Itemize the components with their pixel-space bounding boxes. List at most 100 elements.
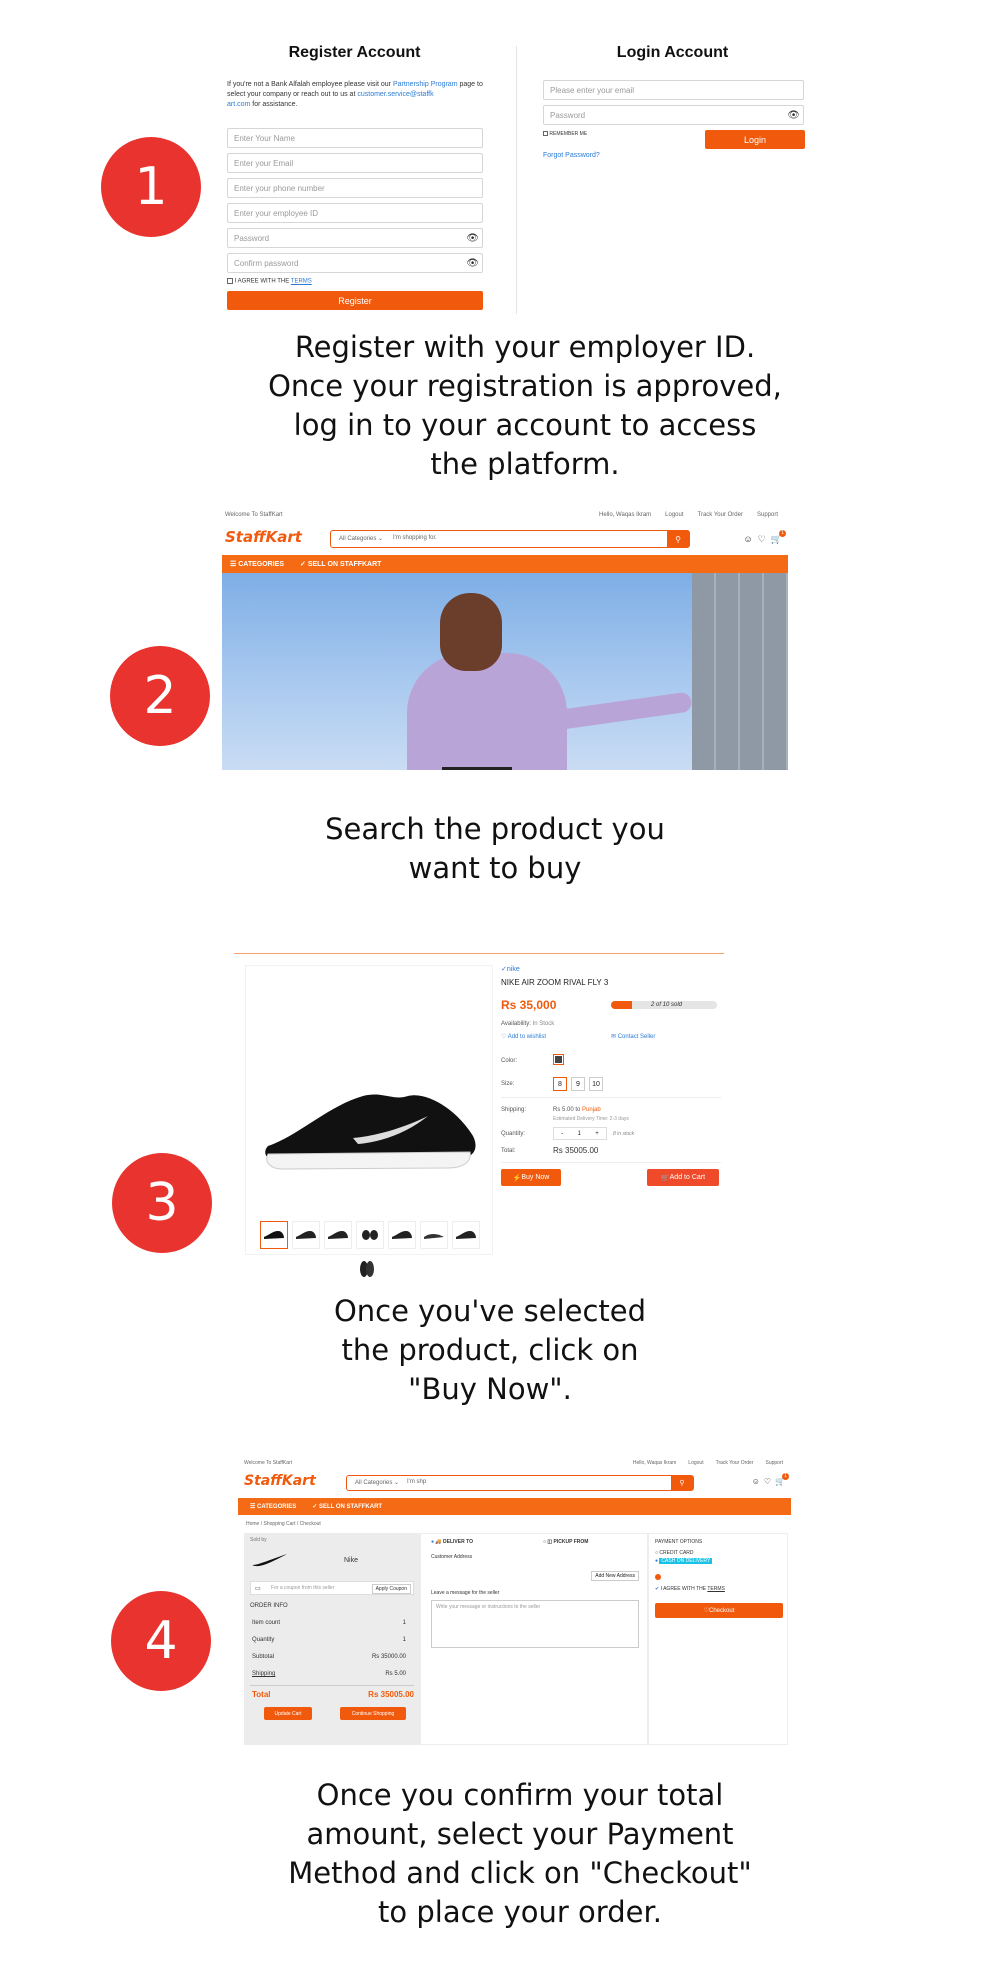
user-icon[interactable]: ☺ — [744, 534, 753, 545]
sell-link[interactable]: ✓ SELL ON STAFFKART — [300, 560, 381, 568]
heart-icon[interactable]: ♡ — [758, 534, 766, 545]
thumbnail[interactable] — [356, 1221, 384, 1249]
track-order-link[interactable]: Track Your Order — [698, 512, 743, 518]
add-to-wishlist-link[interactable]: ♡ Add to wishlist — [501, 1033, 546, 1040]
carousel-indicator[interactable] — [442, 767, 512, 770]
payment-options-heading: PAYMENT OPTIONS — [655, 1539, 703, 1545]
eye-icon[interactable]: 👁 — [787, 110, 800, 121]
search-icon[interactable]: ⚲ — [671, 1476, 693, 1490]
remember-checkbox[interactable] — [543, 131, 548, 137]
logout-link[interactable]: Logout — [665, 512, 683, 518]
confirm-password-input[interactable]: Confirm password 👁 — [227, 253, 483, 273]
buy-now-button[interactable]: ⚡ Buy Now — [501, 1169, 561, 1186]
staffkart-logo[interactable]: StaffKart — [244, 1473, 316, 1489]
register-button[interactable]: Register — [227, 291, 483, 310]
color-swatch[interactable] — [553, 1054, 564, 1065]
minus-icon[interactable]: - — [561, 1131, 563, 1137]
terms-link[interactable]: TERMS — [707, 1586, 725, 1592]
phone-input[interactable]: Enter your phone number — [227, 178, 483, 198]
pickup-option[interactable]: ○ ◫ PICKUP FROM — [543, 1539, 588, 1545]
radio-selected-icon[interactable]: ● — [431, 1539, 434, 1545]
plus-icon[interactable]: + — [595, 1131, 599, 1137]
heart-icon[interactable]: ♡ — [764, 1477, 771, 1486]
step-2-badge: 2 — [110, 646, 210, 746]
intro-text-3: for assistance. — [252, 101, 298, 108]
quantity-stepper[interactable]: - 1 + — [553, 1127, 607, 1140]
agree-checkbox[interactable] — [227, 278, 233, 284]
message-textarea[interactable]: Write your message or instructions to th… — [431, 1600, 639, 1648]
search-input[interactable]: I'm shp — [407, 1479, 426, 1485]
coupon-input[interactable]: For a coupon from this seller — [271, 1585, 334, 1591]
eye-icon[interactable]: 👁 — [466, 233, 479, 244]
coupon-field[interactable]: ▭ For a coupon from this seller Apply Co… — [250, 1581, 414, 1595]
login-email-input[interactable]: Please enter your email — [543, 80, 804, 100]
wishlist-label: Add to wishlist — [507, 1034, 547, 1040]
password-input[interactable]: Password 👁 — [227, 228, 483, 248]
brand-link[interactable]: ✓nike — [501, 965, 520, 973]
hello-user[interactable]: Hello, Waqas Ikram — [633, 1460, 676, 1466]
thumbnail[interactable] — [292, 1221, 320, 1249]
support-link[interactable]: Support — [757, 512, 778, 518]
add-address-button[interactable]: Add New Address — [591, 1571, 639, 1581]
eye-icon[interactable]: 👁 — [466, 258, 479, 269]
deliver-to-option[interactable]: ● 🚚 DELIVER TO — [431, 1539, 473, 1545]
hello-user[interactable]: Hello, Waqas Ikram — [599, 512, 651, 518]
track-order-link[interactable]: Track Your Order — [716, 1460, 754, 1466]
name-input[interactable]: Enter Your Name — [227, 128, 483, 148]
update-cart-button[interactable]: Update Cart — [264, 1707, 312, 1720]
customer-address-label: Customer Address — [431, 1554, 473, 1560]
caption-line: Search the product you — [325, 812, 665, 846]
support-email-link-2[interactable]: art.com — [227, 101, 250, 108]
breadcrumb-home[interactable]: Home — [246, 1521, 259, 1527]
size-option[interactable]: 9 — [571, 1077, 585, 1091]
nike-logo-icon — [252, 1554, 287, 1567]
top-links: Hello, Waqas Ikram Logout Track Your Ord… — [633, 1460, 783, 1466]
login-button[interactable]: Login — [705, 130, 805, 149]
radio-icon[interactable]: ○ — [543, 1539, 546, 1545]
add-to-cart-button[interactable]: 🛒 Add to Cart — [647, 1169, 719, 1186]
staffkart-logo[interactable]: StaffKart — [225, 528, 302, 546]
thumbnail[interactable] — [452, 1221, 480, 1249]
checkout-button[interactable]: ♡ Checkout — [655, 1603, 783, 1618]
employee-id-input[interactable]: Enter your employee ID — [227, 203, 483, 223]
thumbnail[interactable] — [324, 1221, 352, 1249]
email-input[interactable]: Enter your Email — [227, 153, 483, 173]
forgot-password-link[interactable]: Forgot Password? — [543, 152, 600, 159]
category-select[interactable]: All Categories ⌄ — [339, 535, 383, 542]
shoe-image[interactable] — [258, 1066, 488, 1186]
partnership-link[interactable]: Partnership Program — [393, 81, 458, 88]
user-icon[interactable]: ☺ — [752, 1477, 760, 1486]
logout-link[interactable]: Logout — [688, 1460, 703, 1466]
pickup-label: PICKUP FROM — [553, 1539, 589, 1545]
support-link[interactable]: Support — [765, 1460, 783, 1466]
terms-link[interactable]: TERMS — [291, 279, 312, 285]
radio-selected-icon[interactable]: ● — [655, 1558, 658, 1564]
nav-label: CATEGORIES — [257, 1504, 297, 1510]
hero-banner[interactable] — [222, 573, 692, 770]
login-password-input[interactable]: Password 👁 — [543, 105, 804, 125]
breadcrumb-cart[interactable]: Shopping Cart — [264, 1521, 296, 1527]
thumbnail[interactable] — [260, 1221, 288, 1249]
check-icon[interactable]: ✔ — [655, 1586, 659, 1592]
cod-option[interactable]: ● CASH ON DELIVERY — [655, 1558, 713, 1564]
shipping-region[interactable]: Punjab — [582, 1107, 601, 1113]
support-email-link[interactable]: customer.service@staffk — [357, 91, 433, 98]
size-option[interactable]: 8 — [553, 1077, 567, 1091]
thumbnail[interactable] — [388, 1221, 416, 1249]
category-select[interactable]: All Categories ⌄ — [355, 1479, 399, 1486]
size-option[interactable]: 10 — [589, 1077, 603, 1091]
caption-line: amount, select your Payment — [306, 1817, 734, 1851]
categories-menu[interactable]: ☰ CATEGORIES — [230, 560, 284, 568]
search-input[interactable]: I'm shopping for. — [393, 535, 437, 541]
apply-coupon-button[interactable]: Apply Coupon — [371, 1584, 411, 1594]
categories-menu[interactable]: ☰ CATEGORIES — [250, 1503, 296, 1510]
thumbnail[interactable] — [420, 1221, 448, 1249]
sold-by-label: Sold by — [250, 1537, 267, 1543]
credit-card-option[interactable]: ○ CREDIT CARD — [655, 1550, 694, 1556]
contact-seller-link[interactable]: ✉ Contact Seller — [611, 1033, 655, 1040]
thumbnail[interactable] — [353, 1255, 381, 1283]
sell-link[interactable]: ✓ SELL ON STAFFKART — [312, 1503, 382, 1510]
search-icon[interactable]: ⚲ — [667, 531, 689, 547]
continue-shopping-button[interactable]: Continue Shopping — [340, 1707, 406, 1720]
radio-icon[interactable]: ○ — [655, 1550, 658, 1556]
